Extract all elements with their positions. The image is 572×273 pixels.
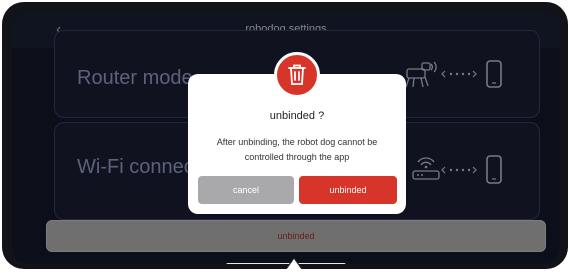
device-frame: ‹ robodog settings Router mode Wi-Fi con…	[2, 2, 568, 269]
trash-icon	[288, 64, 306, 85]
confirm-unbind-button[interactable]: unbinded	[299, 176, 397, 204]
delete-badge	[274, 52, 320, 98]
dialog-title: unbinded ?	[269, 110, 325, 122]
cancel-button[interactable]: cancel	[198, 176, 294, 204]
pointer-icon	[285, 256, 303, 269]
app-screen: ‹ robodog settings Router mode Wi-Fi con…	[12, 12, 560, 264]
dialog-message-line-2: controlled through the app	[244, 152, 350, 162]
dialog-message-line-1: After unbinding, the robot dog cannot be	[216, 137, 378, 147]
dialog-message: After unbinding, the robot dog cannot be…	[198, 135, 396, 165]
